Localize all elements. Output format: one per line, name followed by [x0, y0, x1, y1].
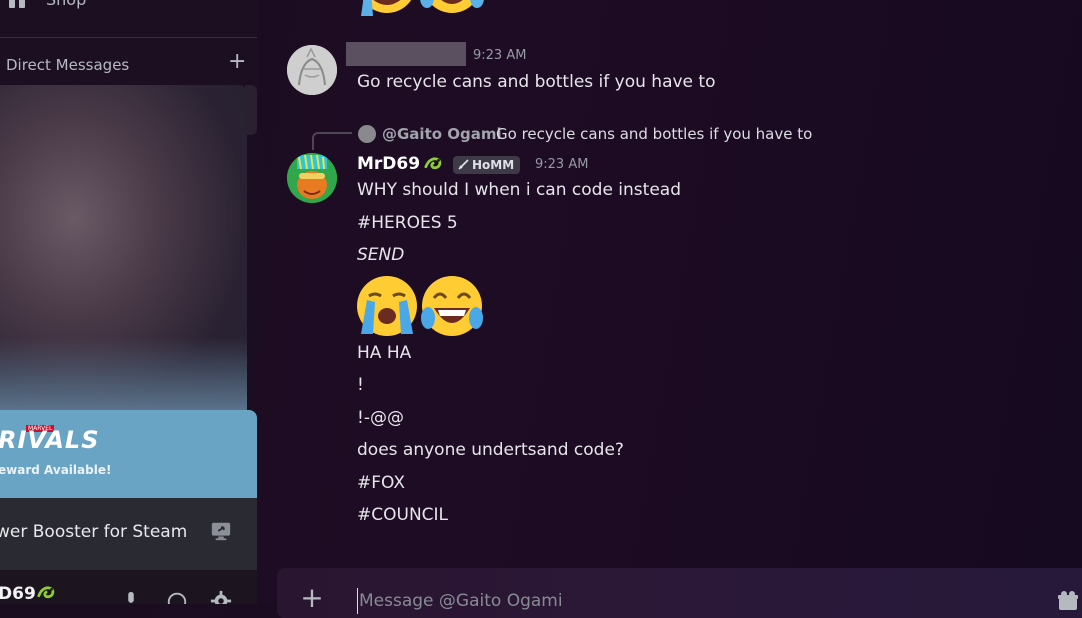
message-line: WHY should I when i can code instead — [357, 180, 681, 200]
message-timestamp: 9:23 AM — [535, 157, 589, 172]
message-line: SEND — [357, 245, 405, 265]
gear-icon[interactable] — [210, 590, 232, 604]
reply-avatar — [358, 125, 376, 143]
microphone-icon[interactable] — [120, 590, 142, 604]
reply-connector — [312, 132, 352, 150]
sidebar: Shop Direct Messages + MARVEL RIVALS ewa… — [0, 0, 257, 604]
chat-area: 9:23 AM Go recycle cans and bottles if y… — [257, 0, 1082, 618]
promo-banner[interactable]: MARVEL RIVALS eward Available! — [0, 410, 257, 498]
server-tag-label: HoMM — [472, 158, 515, 172]
create-dm-button[interactable]: + — [228, 51, 246, 73]
dm-header: Direct Messages — [6, 56, 130, 74]
avatar[interactable] — [287, 153, 337, 203]
shop-icon — [9, 0, 25, 8]
message-line: ! — [357, 375, 364, 395]
promo-logo: RIVALS — [0, 426, 100, 454]
lizard-badge-icon — [424, 157, 442, 170]
message-line: #FOX — [357, 473, 405, 493]
user-panel: D69 — [0, 570, 257, 604]
message-line: #HEROES 5 — [357, 213, 458, 233]
sidebar-item-label: Shop — [46, 0, 86, 9]
user-name[interactable]: D69 — [0, 584, 36, 604]
server-tag-badge[interactable]: HoMM — [453, 156, 521, 174]
dm-list-item-selected[interactable] — [245, 85, 257, 135]
message-line: HA HA — [357, 343, 412, 363]
divider — [0, 37, 257, 38]
character-avatar-icon — [287, 153, 337, 203]
headphones-icon[interactable] — [166, 590, 188, 604]
reply-mention[interactable]: @Gaito Ogami — [382, 125, 502, 143]
message-author[interactable]: MrD69 — [357, 154, 420, 174]
message-timestamp: 9:23 AM — [473, 48, 527, 63]
reply-preview-text[interactable]: Go recycle cans and bottles if you have … — [496, 125, 812, 143]
lizard-badge-icon — [37, 586, 55, 599]
message-line: !-@@ — [357, 408, 404, 428]
previous-message-emojis — [361, 0, 484, 16]
sketch-avatar-icon — [287, 45, 337, 95]
sword-icon — [458, 159, 469, 170]
avatar[interactable] — [287, 45, 337, 95]
activity-panel[interactable]: wer Booster for Steam — [0, 498, 257, 570]
redacted-username — [346, 42, 466, 66]
promo-reward-text: eward Available! — [0, 463, 112, 477]
activity-name: wer Booster for Steam — [0, 522, 188, 542]
message-line: #COUNCIL — [357, 505, 449, 525]
gift-icon[interactable] — [1057, 590, 1079, 612]
message-input[interactable] — [357, 588, 961, 614]
message-composer: + — [277, 568, 1082, 618]
sidebar-item-shop[interactable]: Shop — [0, 0, 257, 18]
message-text: Go recycle cans and bottles if you have … — [357, 72, 716, 92]
message-line: does anyone undertsand code? — [357, 440, 624, 460]
face-with-tears-of-joy-icon — [421, 276, 483, 336]
attach-plus-button[interactable]: + — [299, 584, 325, 612]
blurred-dm-list — [0, 85, 247, 417]
loudly-crying-face-icon — [357, 276, 417, 336]
screen-share-icon[interactable] — [210, 520, 232, 542]
